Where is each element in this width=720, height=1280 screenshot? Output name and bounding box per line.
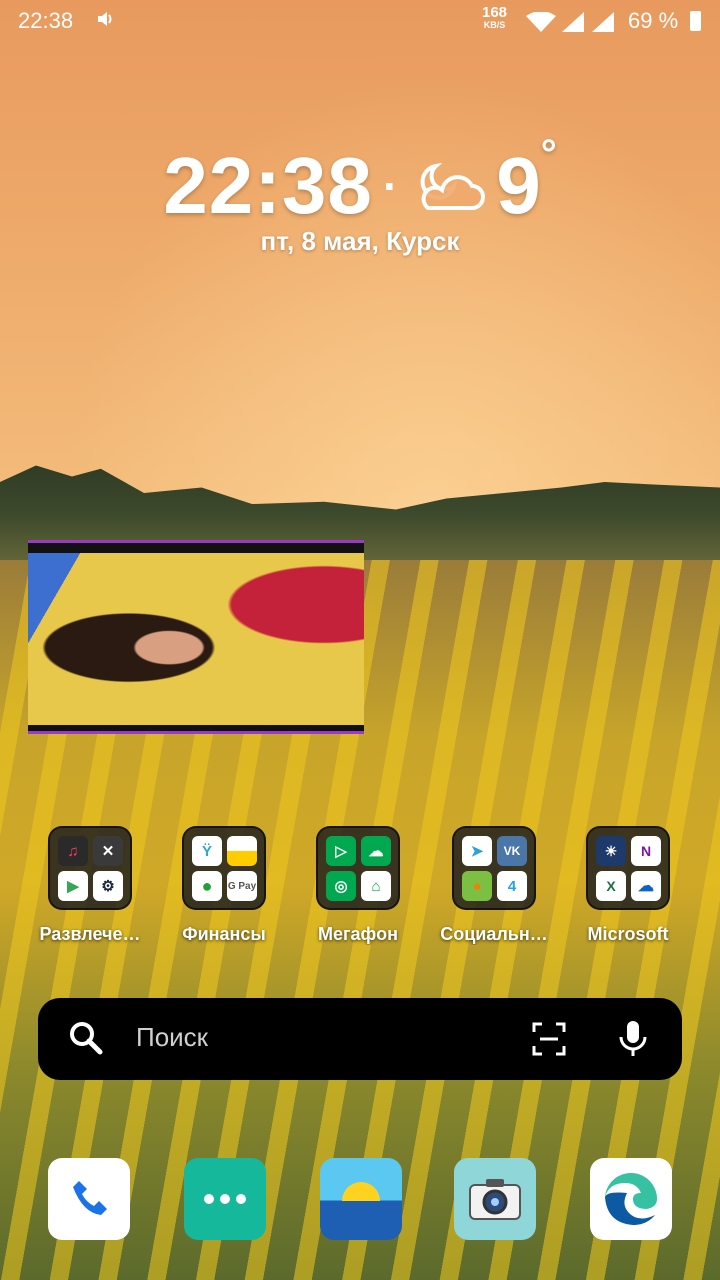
weather-app-icon[interactable]: [320, 1158, 402, 1240]
onenote-icon: N: [631, 836, 661, 866]
search-icon[interactable]: [68, 1020, 104, 1056]
yandex-money-icon: [227, 836, 257, 866]
degree-symbol: °: [540, 132, 557, 176]
clock-weather-widget[interactable]: 22:38 · 9°: [0, 132, 720, 232]
search-bar[interactable]: Поиск: [38, 998, 682, 1080]
editor-icon: ✕: [93, 836, 123, 866]
folder-preview: ♫ ✕ ▶ ⚙: [48, 826, 132, 910]
battery-percent: 69 %: [628, 8, 679, 33]
excel-icon: X: [596, 871, 626, 901]
widget-date-location[interactable]: пт, 8 мая, Курск: [0, 226, 720, 257]
folder-label: Microsoft: [587, 924, 669, 944]
vk-icon: VK: [497, 836, 527, 866]
net-speed-unit: KB/S: [483, 20, 506, 30]
search-placeholder[interactable]: Поиск: [136, 1022, 208, 1053]
folder-megafon[interactable]: ▷ ☁ ◎ ⌂ Мегафон: [316, 826, 400, 944]
widget-separator: ·: [382, 160, 399, 212]
megafon-home-icon: ⌂: [361, 871, 391, 901]
widget-time[interactable]: 22:38: [163, 140, 373, 232]
folder-social[interactable]: ➤ VK ● 4 Социальн…: [440, 826, 548, 944]
google-pay-icon: G Pay: [227, 871, 257, 901]
net-speed-value: 168: [482, 4, 508, 21]
signal-icon: [592, 12, 614, 38]
music-icon: ♫: [58, 836, 88, 866]
sberbank-icon: ●: [192, 871, 222, 901]
play-store-icon: ▶: [58, 871, 88, 901]
megafon-browser-icon: ◎: [326, 871, 356, 901]
dock: [0, 1158, 720, 1240]
widget-temperature[interactable]: 9°: [496, 132, 557, 232]
folder-label: Финансы: [182, 924, 266, 944]
onedrive-icon: ☁: [631, 871, 661, 901]
status-bar: 22:38 168 KB/S 69 %: [0, 0, 720, 44]
folder-label: Мегафон: [318, 924, 398, 944]
msn-weather-icon: ☀: [596, 836, 626, 866]
picture-in-picture-video[interactable]: [28, 540, 364, 734]
video-frame: [28, 553, 364, 725]
folder-preview: ☀ N X ☁: [586, 826, 670, 910]
steam-icon: ⚙: [93, 871, 123, 901]
folder-label: Социальн…: [440, 924, 548, 944]
wifi-icon: [526, 11, 556, 38]
folder-finance[interactable]: Ÿ ● G Pay Финансы: [182, 826, 266, 944]
net-speed: 168 KB/S: [482, 4, 508, 32]
microphone-icon[interactable]: [618, 1020, 648, 1058]
status-time: 22:38: [18, 8, 74, 33]
edge-icon[interactable]: [590, 1158, 672, 1240]
yota-icon: Ÿ: [192, 836, 222, 866]
folder-preview: ▷ ☁ ◎ ⌂: [316, 826, 400, 910]
folder-preview: Ÿ ● G Pay: [182, 826, 266, 910]
app-drawer-icon[interactable]: [184, 1158, 266, 1240]
telegram-icon: ➤: [462, 836, 492, 866]
phone-icon[interactable]: [48, 1158, 130, 1240]
battery-icon: [690, 11, 701, 31]
partly-cloudy-night-icon[interactable]: [408, 158, 486, 214]
megafon-cloud-icon: ☁: [361, 836, 391, 866]
volume-icon: [96, 10, 116, 33]
folder-row: ♫ ✕ ▶ ⚙ Развлече… Ÿ ● G Pay Финансы ▷ ☁ …: [0, 826, 720, 956]
camera-icon[interactable]: [454, 1158, 536, 1240]
folder-microsoft[interactable]: ☀ N X ☁ Microsoft: [586, 826, 670, 944]
megafon-tv-icon: ▷: [326, 836, 356, 866]
folder-entertainment[interactable]: ♫ ✕ ▶ ⚙ Развлече…: [40, 826, 141, 944]
scan-icon[interactable]: [532, 1022, 566, 1056]
icq-icon: 4: [497, 871, 527, 901]
folder-label: Развлече…: [39, 924, 141, 944]
ok-icon: ●: [462, 871, 492, 901]
signal-icon: [562, 12, 584, 38]
folder-preview: ➤ VK ● 4: [452, 826, 536, 910]
temperature-value: 9: [496, 141, 541, 230]
